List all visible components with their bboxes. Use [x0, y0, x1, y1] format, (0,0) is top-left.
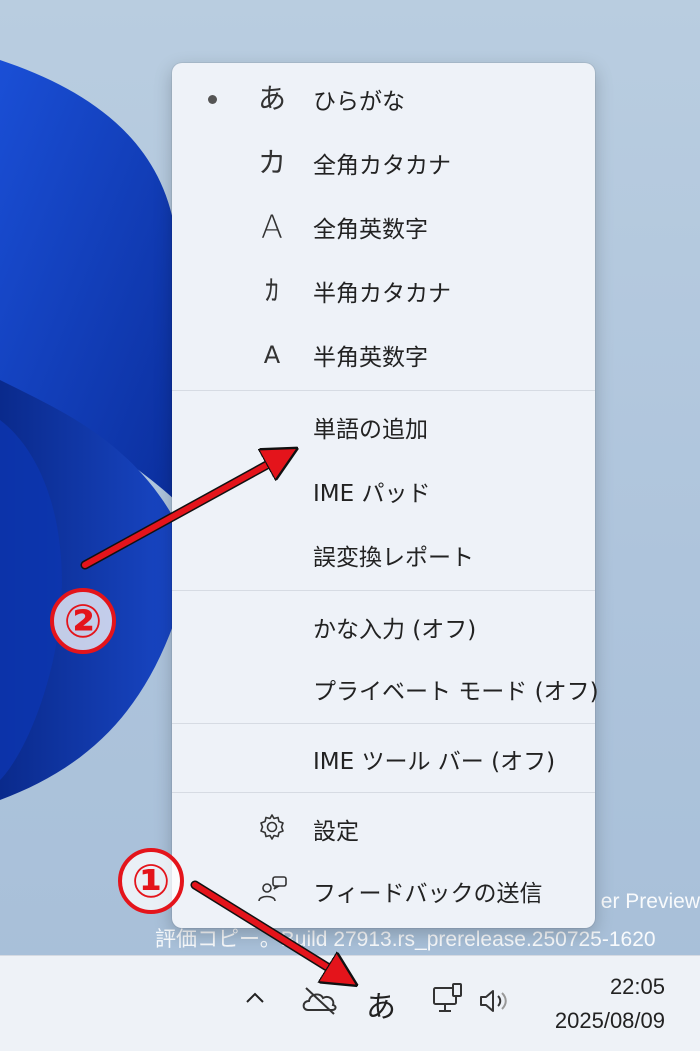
clock-time[interactable]: 22:05: [610, 974, 665, 1000]
katakana-glyph-icon: カ: [257, 146, 286, 179]
ime-context-menu: あ ひらがな カ 全角カタカナ A 全角英数字 ｶ 半角カタカナ A 半角英数字…: [172, 63, 599, 928]
menu-item-label: 半角カタカナ: [313, 281, 451, 307]
menu-item-label: IME パッド: [313, 481, 431, 507]
menu-item-hiragana[interactable]: あ ひらがな: [172, 69, 595, 129]
menu-divider: [172, 792, 595, 793]
menu-item-kana-input[interactable]: かな入力 (オフ): [172, 597, 595, 657]
ime-mode-indicator[interactable]: あ: [366, 982, 396, 1026]
menu-item-label: 半角英数字: [313, 345, 428, 371]
menu-item-add-word[interactable]: 単語の追加: [172, 397, 595, 457]
show-hidden-icons-chevron-icon[interactable]: [243, 986, 267, 1014]
menu-item-fullwidth-alphanumeric[interactable]: A 全角英数字: [172, 197, 595, 257]
menu-item-conversion-report[interactable]: 誤変換レポート: [172, 525, 595, 585]
menu-item-label: 誤変換レポート: [313, 545, 474, 571]
menu-item-ime-toolbar[interactable]: IME ツール バー (オフ): [172, 729, 595, 789]
menu-item-ime-pad[interactable]: IME パッド: [172, 461, 595, 521]
menu-divider: [172, 590, 595, 591]
onedrive-offline-icon[interactable]: [300, 984, 340, 1020]
menu-item-settings[interactable]: 設定: [172, 799, 595, 859]
menu-item-label: かな入力 (オフ): [313, 617, 477, 643]
halfwidth-alpha-glyph-icon: A: [263, 341, 281, 369]
menu-item-send-feedback[interactable]: フィードバックの送信: [172, 861, 595, 921]
gear-icon: [252, 812, 292, 847]
menu-item-label: プライベート モード (オフ): [313, 679, 599, 705]
menu-divider: [172, 723, 595, 724]
menu-item-fullwidth-katakana[interactable]: カ 全角カタカナ: [172, 133, 595, 193]
halfwidth-katakana-glyph-icon: ｶ: [264, 274, 279, 307]
selected-dot-icon: [208, 94, 217, 104]
menu-item-halfwidth-alphanumeric[interactable]: A 半角英数字: [172, 325, 595, 385]
network-icon[interactable]: [431, 982, 467, 1022]
menu-divider: [172, 390, 595, 391]
fullwidth-alpha-glyph-icon: A: [261, 208, 283, 246]
menu-item-label: 全角カタカナ: [313, 153, 451, 179]
volume-icon[interactable]: [477, 986, 513, 1020]
menu-item-label: 全角英数字: [313, 217, 428, 243]
menu-item-label: 設定: [313, 819, 359, 845]
menu-item-label: 単語の追加: [313, 417, 428, 443]
menu-item-halfwidth-katakana[interactable]: ｶ 半角カタカナ: [172, 261, 595, 321]
annotation-badge-1: ①: [118, 848, 184, 914]
menu-item-label: IME ツール バー (オフ): [313, 749, 556, 775]
annotation-badge-2: ②: [50, 588, 116, 654]
feedback-icon: [252, 874, 292, 909]
menu-item-label: フィードバックの送信: [313, 881, 543, 907]
hiragana-glyph-icon: あ: [257, 82, 286, 115]
build-watermark-line1: er Preview: [600, 890, 700, 913]
menu-item-label: ひらがな: [313, 89, 405, 115]
menu-item-private-mode[interactable]: プライベート モード (オフ): [172, 659, 599, 719]
clock-date[interactable]: 2025/08/09: [555, 1008, 665, 1034]
taskbar: あ 22:05 2025/08/09: [0, 955, 700, 1051]
